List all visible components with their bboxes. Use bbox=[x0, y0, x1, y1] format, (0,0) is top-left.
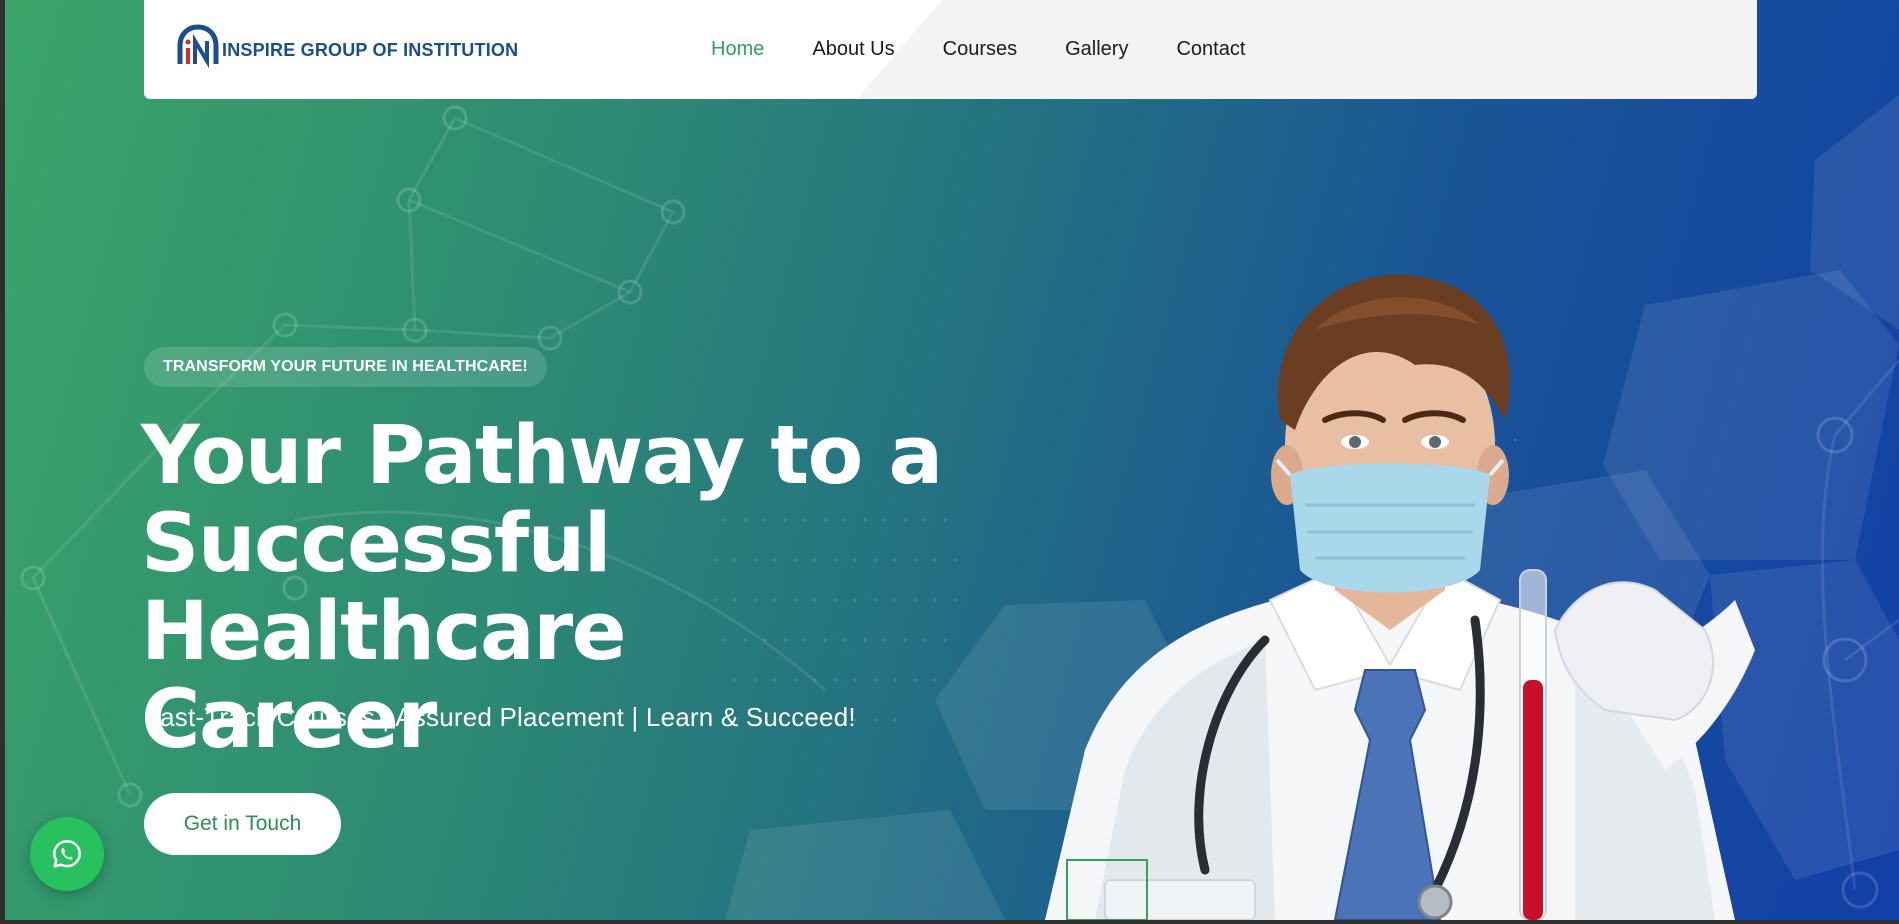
nav-courses[interactable]: Courses bbox=[943, 38, 1017, 61]
whatsapp-icon bbox=[52, 839, 82, 868]
hero-image bbox=[1045, 274, 1755, 920]
nav-contact[interactable]: Contact bbox=[1176, 38, 1245, 61]
logo[interactable]: INSPIRE GROUP OF INSTITUTION bbox=[174, 24, 518, 68]
nav-about-us[interactable]: About Us bbox=[812, 38, 894, 61]
logo-text: INSPIRE GROUP OF INSTITUTION bbox=[222, 39, 519, 60]
site-header: INSPIRE GROUP OF INSTITUTION Home About … bbox=[144, 0, 1757, 99]
whatsapp-button[interactable] bbox=[30, 817, 104, 891]
hero-page: INSPIRE GROUP OF INSTITUTION Home About … bbox=[5, 0, 1899, 920]
nav-gallery[interactable]: Gallery bbox=[1065, 38, 1128, 61]
get-in-touch-button[interactable]: Get in Touch bbox=[144, 793, 341, 855]
headline-line-1: Your Pathway to a bbox=[141, 409, 943, 503]
hero-tagline: TRANSFORM YOUR FUTURE IN HEALTHCARE! bbox=[144, 347, 547, 387]
main-nav: Home About Us Courses Gallery Contact bbox=[711, 0, 1245, 99]
headline-line-2: Successful Healthcare bbox=[141, 497, 627, 679]
nav-home[interactable]: Home bbox=[711, 38, 764, 61]
logo-icon bbox=[177, 24, 219, 68]
hero-subline: Fast-Track Courses | Assured Placement |… bbox=[144, 702, 856, 732]
